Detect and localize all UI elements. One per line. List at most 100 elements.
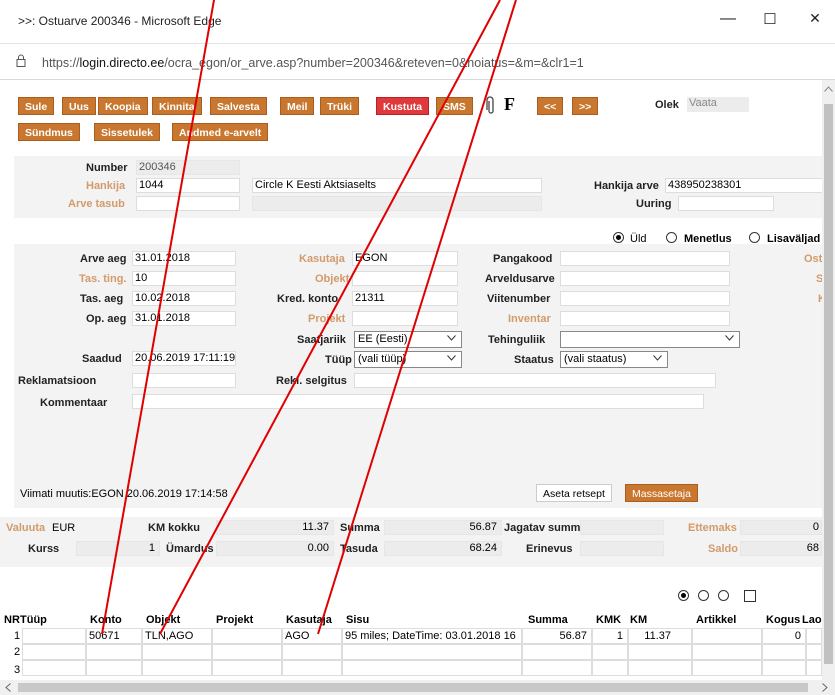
sissetulek-button[interactable]: Sissetulek [94, 123, 160, 141]
sule-button[interactable]: Sule [18, 97, 55, 115]
row1-kogus-cell[interactable]: 0 [762, 628, 806, 644]
row3-kasutaja-cell[interactable] [282, 660, 342, 676]
f-button[interactable]: F [504, 94, 515, 115]
kasutaja-label[interactable]: Kasutaja [299, 253, 345, 265]
maximize-button[interactable]: ☐ [760, 10, 780, 28]
row1-artikkel-cell[interactable] [692, 628, 762, 644]
tab-menetlus-radio[interactable] [666, 232, 677, 243]
row3-sisu-cell[interactable] [342, 660, 522, 676]
projekt-field[interactable] [352, 311, 458, 326]
tyyp-select[interactable]: (vali tüüp) [354, 351, 462, 368]
row1-kmk-cell[interactable]: 1 [592, 628, 628, 644]
valuuta-label[interactable]: Valuuta [6, 522, 45, 534]
row1-objekt-cell[interactable]: TLN,AGO [142, 628, 212, 644]
row2-kogus-cell[interactable] [762, 644, 806, 660]
scroll-left-icon[interactable] [5, 683, 11, 692]
objekt-field[interactable] [352, 271, 458, 286]
saatjariik-select[interactable]: EE (Eesti) [354, 331, 462, 348]
aseta-retsept-button[interactable]: Aseta retsept [536, 484, 612, 502]
row2-summa-cell[interactable] [522, 644, 592, 660]
row2-km-cell[interactable] [628, 644, 692, 660]
grid-view-radio-1[interactable] [678, 590, 689, 601]
paperclip-icon[interactable] [486, 96, 496, 116]
row2-kmk-cell[interactable] [592, 644, 628, 660]
tehinguliik-select[interactable] [560, 331, 740, 348]
kommentaar-field[interactable] [132, 394, 704, 409]
reklamatsioon-field[interactable] [132, 373, 236, 388]
scroll-up-icon[interactable] [824, 86, 833, 92]
hankija-label[interactable]: Hankija [86, 180, 125, 192]
kinnita-button[interactable]: Kinnita [152, 97, 202, 115]
scroll-right-icon[interactable] [822, 683, 828, 692]
grid-view-radio-2[interactable] [698, 590, 709, 601]
ettemaks-label[interactable]: Ettemaks [688, 522, 737, 534]
objekt-label[interactable]: Objekt [315, 273, 349, 285]
minimize-button[interactable]: — [718, 10, 738, 28]
kustuta-button[interactable]: Kustuta [376, 97, 430, 115]
uuring-field[interactable] [678, 196, 774, 211]
row2-konto-cell[interactable] [86, 644, 142, 660]
kasutaja-field[interactable]: EGON [352, 251, 458, 266]
prev-button[interactable]: << [537, 97, 564, 115]
tab-lisavaljad-radio[interactable] [749, 232, 760, 243]
andmed-e-arvelt-button[interactable]: Andmed e-arvelt [172, 123, 269, 141]
arve-tasub-field[interactable] [136, 196, 240, 211]
salvesta-button[interactable]: Salvesta [210, 97, 267, 115]
row3-artikkel-cell[interactable] [692, 660, 762, 676]
address-bar[interactable]: https://login.directo.ee/ocra_egon/or_ar… [0, 44, 835, 80]
row1-konto-cell[interactable]: 50671 [86, 628, 142, 644]
next-button[interactable]: >> [572, 97, 599, 115]
massasetaja-button[interactable]: Massasetaja [625, 484, 698, 502]
row1-sisu-cell[interactable]: 95 miles; DateTime: 03.01.2018 16 [342, 628, 522, 644]
arve-aeg-field[interactable]: 31.01.2018 [132, 251, 236, 266]
inventar-field[interactable] [560, 311, 730, 326]
grid-view-checkbox[interactable] [744, 590, 756, 602]
row3-konto-cell[interactable] [86, 660, 142, 676]
pangakood-field[interactable] [560, 251, 730, 266]
row3-projekt-cell[interactable] [212, 660, 282, 676]
hankija-name-field[interactable]: Circle K Eesti Aktsiaselts [252, 178, 542, 193]
kred-konto-field[interactable]: 21311 [352, 291, 458, 306]
close-button[interactable]: ✕ [805, 10, 825, 27]
horizontal-scroll-thumb[interactable] [18, 683, 808, 692]
hankija-arve-field[interactable]: 438950238301 [665, 178, 822, 193]
row2-lao-cell[interactable] [806, 644, 822, 660]
row1-tyyp-cell[interactable] [22, 628, 86, 644]
saadud-field[interactable]: 20.06.2019 17:11:19 [132, 351, 236, 366]
tas-aeg-field[interactable]: 10.02.2018 [132, 291, 236, 306]
op-aeg-field[interactable]: 31.01.2018 [132, 311, 236, 326]
row1-kasutaja-cell[interactable]: AGO [282, 628, 342, 644]
vertical-scroll-thumb[interactable] [824, 104, 833, 664]
grid-view-radio-3[interactable] [718, 590, 729, 601]
sundmus-button[interactable]: Sündmus [18, 123, 80, 141]
row2-kasutaja-cell[interactable] [282, 644, 342, 660]
row2-tyyp-cell[interactable] [22, 644, 86, 660]
row2-objekt-cell[interactable] [142, 644, 212, 660]
projekt-label[interactable]: Projekt [308, 313, 345, 325]
staatus-select[interactable]: (vali staatus) [560, 351, 668, 368]
row3-kmk-cell[interactable] [592, 660, 628, 676]
arveldusarve-field[interactable] [560, 271, 730, 286]
row3-kogus-cell[interactable] [762, 660, 806, 676]
meil-button[interactable]: Meil [280, 97, 315, 115]
uus-button[interactable]: Uus [62, 97, 96, 115]
row1-km-cell[interactable]: 11.37 [628, 628, 692, 644]
tab-uld-radio[interactable] [613, 232, 624, 243]
row2-sisu-cell[interactable] [342, 644, 522, 660]
row2-artikkel-cell[interactable] [692, 644, 762, 660]
row1-lao-cell[interactable] [806, 628, 822, 644]
vertical-scrollbar[interactable] [822, 80, 835, 680]
ostu-label[interactable]: Ostu [804, 253, 822, 265]
row3-summa-cell[interactable] [522, 660, 592, 676]
inventar-label[interactable]: Inventar [508, 313, 551, 325]
horizontal-scrollbar[interactable] [0, 680, 835, 695]
row3-tyyp-cell[interactable] [22, 660, 86, 676]
row1-projekt-cell[interactable] [212, 628, 282, 644]
row3-lao-cell[interactable] [806, 660, 822, 676]
rekl-selgitus-field[interactable] [354, 373, 716, 388]
tas-ting-label[interactable]: Tas. ting. [79, 273, 126, 285]
viitenumber-field[interactable] [560, 291, 730, 306]
arve-tasub-label[interactable]: Arve tasub [68, 198, 125, 210]
url-text[interactable]: https://login.directo.ee/ocra_egon/or_ar… [42, 56, 584, 70]
row1-summa-cell[interactable]: 56.87 [522, 628, 592, 644]
